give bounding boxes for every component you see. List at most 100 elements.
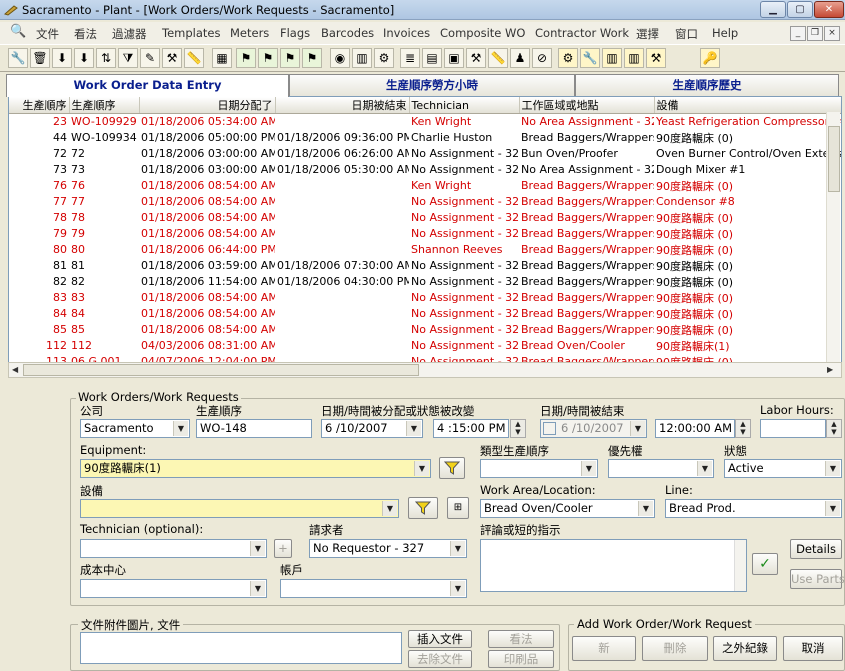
menu-invoices[interactable]: Invoices [383, 26, 430, 40]
cancel-button[interactable]: 取消 [783, 636, 843, 661]
green-arrow-icon[interactable]: ⬇ [52, 48, 72, 68]
wrench-icon[interactable]: 🔧 [8, 48, 28, 68]
edit-icon[interactable]: ✎ [140, 48, 160, 68]
flag-icon[interactable]: ⚑ [236, 48, 256, 68]
time-completed-spinner[interactable]: ▲ ▼ [735, 419, 751, 438]
table-row[interactable]: 80 80 01/18/2006 06:44:00 PM Shannon Reeves… [9, 242, 841, 258]
table-row[interactable]: 79 79 01/18/2006 08:54:00 AM No Assignment … [9, 226, 841, 242]
table-row[interactable]: 44 WO-109934 01/18/2006 05:00:00 PM 01/18/2… [9, 130, 841, 146]
flag-arrow-icon[interactable]: ⚑ [302, 48, 322, 68]
print-file-button[interactable]: 印刷品 [488, 650, 554, 668]
apply-button[interactable]: ✓ [752, 553, 778, 575]
bar-chart-icon[interactable]: ▥ [602, 48, 622, 68]
table-row[interactable]: 77 77 01/18/2006 08:54:00 AM No Assignment … [9, 194, 841, 210]
maximize-button[interactable]: ▢ [787, 1, 813, 18]
key-icon[interactable]: 🔑 [700, 48, 720, 68]
column-header[interactable]: 日期分配了 [139, 97, 276, 114]
attachments-list[interactable] [80, 632, 402, 664]
menu-file[interactable]: 文件 [36, 26, 59, 42]
table-row[interactable]: 78 78 01/18/2006 08:54:00 AM No Assignment … [9, 210, 841, 226]
column-header[interactable]: 日期被結束 [275, 97, 410, 114]
table-row[interactable]: 84 84 01/18/2006 08:54:00 AM No Assignment … [9, 306, 841, 322]
menu-window[interactable]: 窗口 [675, 26, 698, 42]
cost-center-select[interactable]: ▼ [80, 579, 267, 598]
device-filter-button[interactable] [408, 497, 438, 519]
flag-edit-icon[interactable]: ⚑ [280, 48, 300, 68]
status-select[interactable]: Active ▼ [724, 459, 842, 478]
mdi-restore-button[interactable]: ❐ [807, 26, 823, 41]
tools-icon[interactable]: ⚒ [646, 48, 666, 68]
camera-icon[interactable]: ▣ [444, 48, 464, 68]
mdi-close-button[interactable]: × [824, 26, 840, 41]
table-row[interactable]: 73 73 01/18/2006 03:00:00 AM 01/18/2006 05:… [9, 162, 841, 178]
building-icon[interactable]: ▦ [212, 48, 232, 68]
tab-work-order-data-entry[interactable]: Work Order Data Entry [6, 74, 289, 97]
minimize-button[interactable]: ▁ [760, 1, 786, 18]
ruler-icon[interactable]: 📏 [184, 48, 204, 68]
details-button[interactable]: Details [790, 539, 842, 559]
menu-templates[interactable]: Templates [162, 26, 220, 40]
grid-horizontal-scrollbar[interactable]: ◀ ▶ [8, 362, 842, 378]
gear-yellow-icon[interactable]: ⚙ [558, 48, 578, 68]
save-record-button[interactable]: 之外紀錄 [713, 636, 777, 661]
insert-file-button[interactable]: 插入文件 [408, 630, 472, 648]
date-changed-picker[interactable]: 6 /10/2007 ▼ [321, 419, 423, 438]
up-down-arrow-icon[interactable]: ⇅ [96, 48, 116, 68]
work-order-grid[interactable]: 生產順序 生產順序 日期分配了 日期被結束 Technician 工作區域或地點 設備 23… [8, 96, 842, 363]
table-row[interactable]: 83 83 01/18/2006 08:54:00 AM No Assignment … [9, 290, 841, 306]
table-row[interactable]: 82 82 01/18/2006 11:54:00 AM 01/18/2006 04:… [9, 274, 841, 290]
scroll-left-arrow-icon[interactable]: ◀ [12, 365, 18, 374]
time-changed-spinner[interactable]: ▲ ▼ [510, 419, 526, 438]
app-menu-icon[interactable]: 🔍 [10, 24, 26, 39]
new-button[interactable]: 新 [572, 636, 636, 661]
tab-labor-hours[interactable]: 生産順序勞方小時 [289, 74, 575, 96]
menu-barcodes[interactable]: Barcodes [321, 26, 374, 40]
wo-type-select[interactable]: ▼ [480, 459, 598, 478]
comment-textarea[interactable] [480, 539, 747, 592]
date-completed-checkbox[interactable] [543, 422, 556, 435]
column-header[interactable]: Technician [409, 97, 520, 114]
line-select[interactable]: Bread Prod. ▼ [665, 499, 842, 518]
person-icon[interactable]: ♟ [510, 48, 530, 68]
delete-button[interactable]: 刪除 [642, 636, 708, 661]
tool-link-icon[interactable]: ⚒ [466, 48, 486, 68]
use-parts-button[interactable]: Use Parts [790, 569, 845, 589]
close-button[interactable]: ✕ [814, 1, 844, 18]
stack-icon[interactable]: ≣ [400, 48, 420, 68]
column-header[interactable]: 生產順序 [69, 97, 140, 114]
column-header[interactable]: 生產順序 [9, 97, 70, 114]
horizontal-scroll-thumb[interactable] [23, 364, 419, 376]
comment-scrollbar[interactable] [734, 540, 746, 591]
menu-contractor-work[interactable]: Contractor Work [535, 26, 629, 40]
work-area-select[interactable]: Bread Oven/Cooler ▼ [480, 499, 655, 518]
account-select[interactable]: ▼ [280, 579, 467, 598]
tool-icon[interactable]: ⚒ [162, 48, 182, 68]
technician-add-button[interactable]: + [274, 539, 292, 558]
device-select[interactable]: ▼ [80, 499, 399, 518]
flag-down-icon[interactable]: ⚑ [258, 48, 278, 68]
menu-composite-wo[interactable]: Composite WO [440, 26, 525, 40]
bar-chart-yellow-icon[interactable]: ▥ [624, 48, 644, 68]
gear-icon[interactable]: ⚙ [374, 48, 394, 68]
report-icon[interactable]: ▤ [422, 48, 442, 68]
table-row[interactable]: 81 81 01/18/2006 03:59:00 AM 01/18/2006 07:… [9, 258, 841, 274]
time-completed-input[interactable]: 12:00:00 AM [655, 419, 735, 438]
scroll-right-arrow-icon[interactable]: ▶ [827, 365, 833, 374]
filter-icon[interactable]: ⧩ [118, 48, 138, 68]
table-row[interactable]: 85 85 01/18/2006 08:54:00 AM No Assignment … [9, 322, 841, 338]
ruler-link-icon[interactable]: 📏 [488, 48, 508, 68]
trash-icon[interactable]: 🗑 [30, 48, 50, 68]
company-select[interactable]: Sacramento ▼ [80, 419, 190, 438]
tab-history[interactable]: 生産順序歷史 [575, 74, 839, 96]
menu-view[interactable]: 看法 [74, 26, 97, 42]
equipment-select[interactable]: 90度路輾床(1) ▼ [80, 459, 431, 478]
column-header[interactable]: 工作區域或地點 [519, 97, 655, 114]
grid-vertical-scrollbar[interactable] [826, 112, 840, 362]
technician-select[interactable]: ▼ [80, 539, 267, 558]
labor-hours-spinner[interactable]: ▲ ▼ [826, 419, 842, 438]
requestor-select[interactable]: No Requestor - 327 ▼ [309, 539, 467, 558]
table-row[interactable]: 72 72 01/18/2006 03:00:00 AM 01/18/2006 06:… [9, 146, 841, 162]
menu-options[interactable]: 選擇 [636, 26, 659, 42]
mdi-minimize-button[interactable]: _ [790, 26, 806, 41]
vertical-scroll-thumb[interactable] [828, 126, 840, 192]
